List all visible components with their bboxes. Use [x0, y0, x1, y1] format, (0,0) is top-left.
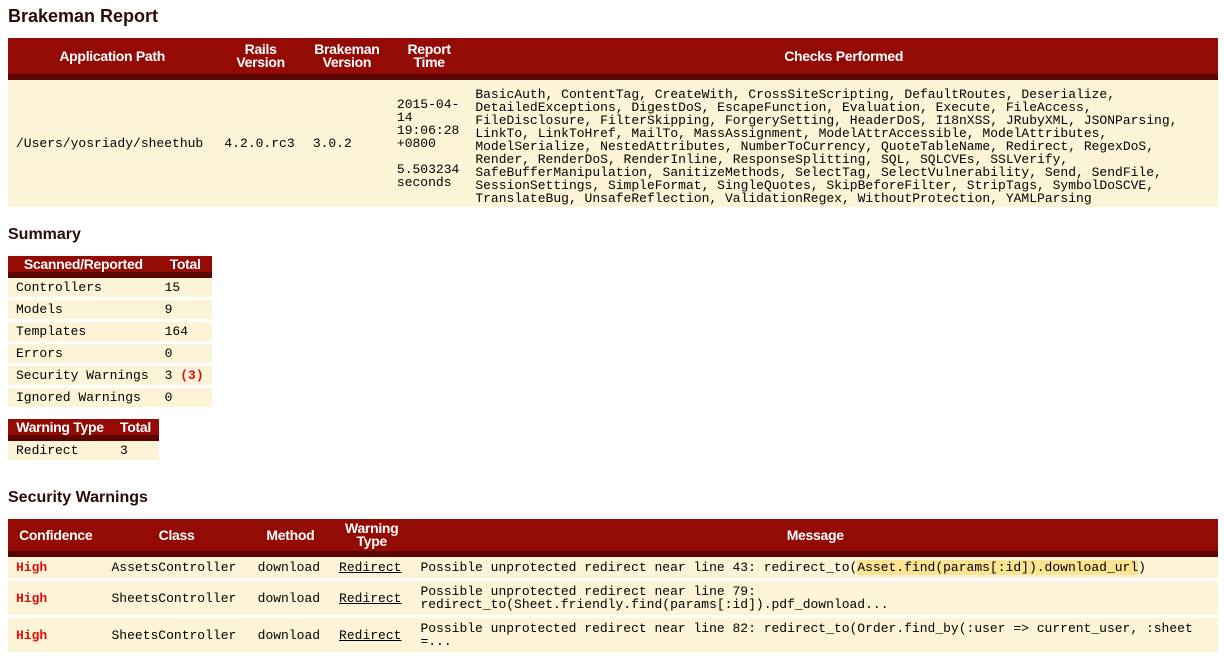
- warning-row: High SheetsController download Redirect …: [8, 615, 1218, 652]
- summary-total: 164: [156, 319, 212, 341]
- message-text-end: ): [1138, 560, 1146, 575]
- warning-method: download: [249, 615, 332, 652]
- warning-type-link[interactable]: Redirect: [339, 628, 401, 643]
- summary-label: Templates: [8, 319, 157, 341]
- confidence-badge: High: [8, 615, 104, 652]
- scan-info-table: Application Path Rails Version Brakeman …: [8, 38, 1218, 207]
- warning-method: download: [249, 557, 332, 578]
- summary-total: 0: [156, 385, 212, 407]
- message-text: Possible unprotected redirect near line …: [420, 584, 889, 612]
- header-checks-performed: Checks Performed: [469, 38, 1218, 80]
- summary-total-cell: 3 (3): [156, 363, 212, 385]
- warning-type-cell: Redirect: [331, 578, 413, 615]
- security-warnings-title: Security Warnings: [8, 489, 148, 506]
- message-text: Possible unprotected redirect near line …: [420, 560, 858, 575]
- summary-row: Controllers 15: [8, 278, 212, 297]
- report-time-cell: 2015-04-14 19:06:28 +0800 5.503234 secon…: [388, 80, 470, 207]
- warning-type-cell: Redirect: [331, 615, 413, 652]
- warning-type-link[interactable]: Redirect: [339, 560, 401, 575]
- summary-row: Models 9: [8, 297, 212, 319]
- summary-row: Errors 0: [8, 341, 212, 363]
- summary-title: Summary: [8, 226, 81, 243]
- warning-message[interactable]: Possible unprotected redirect near line …: [412, 578, 1218, 615]
- summary-total: 15: [156, 278, 212, 297]
- header-warning-type: Warning Type: [331, 519, 413, 557]
- header-application-path: Application Path: [8, 38, 217, 80]
- confidence-badge: High: [8, 578, 104, 615]
- header-total: Total: [112, 419, 159, 441]
- message-text: Possible unprotected redirect near line …: [420, 621, 1193, 649]
- warning-type-link[interactable]: Redirect: [339, 591, 401, 606]
- application-path: /Users/yosriady/sheethub: [8, 80, 217, 207]
- header-brakeman-version: Brakeman Version: [304, 38, 389, 80]
- confidence-badge: High: [8, 557, 104, 578]
- warning-message[interactable]: Possible unprotected redirect near line …: [412, 615, 1218, 652]
- summary-label: Errors: [8, 341, 157, 363]
- page-title: Brakeman Report: [8, 6, 159, 26]
- header-warning-type: Warning Type: [8, 419, 112, 441]
- header-scanned-reported: Scanned/Reported: [8, 256, 157, 278]
- summary-label: Controllers: [8, 278, 157, 297]
- warning-row: High AssetsController download Redirect …: [8, 557, 1218, 578]
- rails-version: 4.2.0.rc3: [216, 80, 305, 207]
- new-warnings-count: (3): [180, 368, 204, 383]
- summary-row: Templates 164: [8, 319, 212, 341]
- header-report-time: Report Time: [388, 38, 470, 80]
- summary-total: 9: [156, 297, 212, 319]
- header-class: Class: [103, 519, 250, 557]
- summary-label: Security Warnings: [8, 363, 157, 385]
- summary-table: Scanned/Reported Total Controllers 15 Mo…: [8, 256, 212, 407]
- warning-method: download: [249, 578, 332, 615]
- summary-label: Models: [8, 297, 157, 319]
- summary-total: 0: [156, 341, 212, 363]
- summary-total: 3: [164, 368, 173, 383]
- summary-label: Ignored Warnings: [8, 385, 157, 407]
- warning-type-cell: Redirect: [331, 557, 413, 578]
- warning-class: SheetsController: [103, 615, 250, 652]
- checks-performed: BasicAuth, ContentTag, CreateWith, Cross…: [469, 80, 1218, 207]
- summary-row: Security Warnings 3 (3): [8, 363, 212, 385]
- warning-message[interactable]: Possible unprotected redirect near line …: [412, 557, 1218, 578]
- report-time: 2015-04-14 19:06:28 +0800: [396, 97, 460, 151]
- header-method: Method: [249, 519, 332, 557]
- header-total: Total: [156, 256, 212, 278]
- warning-type-table: Warning Type Total Redirect 3: [8, 419, 159, 460]
- summary-row: Ignored Warnings 0: [8, 385, 212, 407]
- message-highlight: Asset.find(params[:id]).download_url: [857, 560, 1139, 575]
- warning-class: AssetsController: [103, 557, 250, 578]
- warning-class: SheetsController: [103, 578, 250, 615]
- header-confidence: Confidence: [8, 519, 104, 557]
- header-message: Message: [412, 519, 1218, 557]
- security-warnings-table: Confidence Class Method Warning Type Mes…: [8, 519, 1218, 652]
- warning-type-total: 3: [112, 441, 159, 460]
- warning-type-row: Redirect 3: [8, 441, 159, 460]
- warning-type-name: Redirect: [8, 441, 112, 460]
- brakeman-version: 3.0.2: [304, 80, 389, 207]
- scan-info-row: /Users/yosriady/sheethub 4.2.0.rc3 3.0.2…: [8, 80, 1218, 207]
- scan-duration: 5.503234 seconds: [396, 162, 460, 190]
- header-rails-version: Rails Version: [216, 38, 305, 80]
- warning-row: High SheetsController download Redirect …: [8, 578, 1218, 615]
